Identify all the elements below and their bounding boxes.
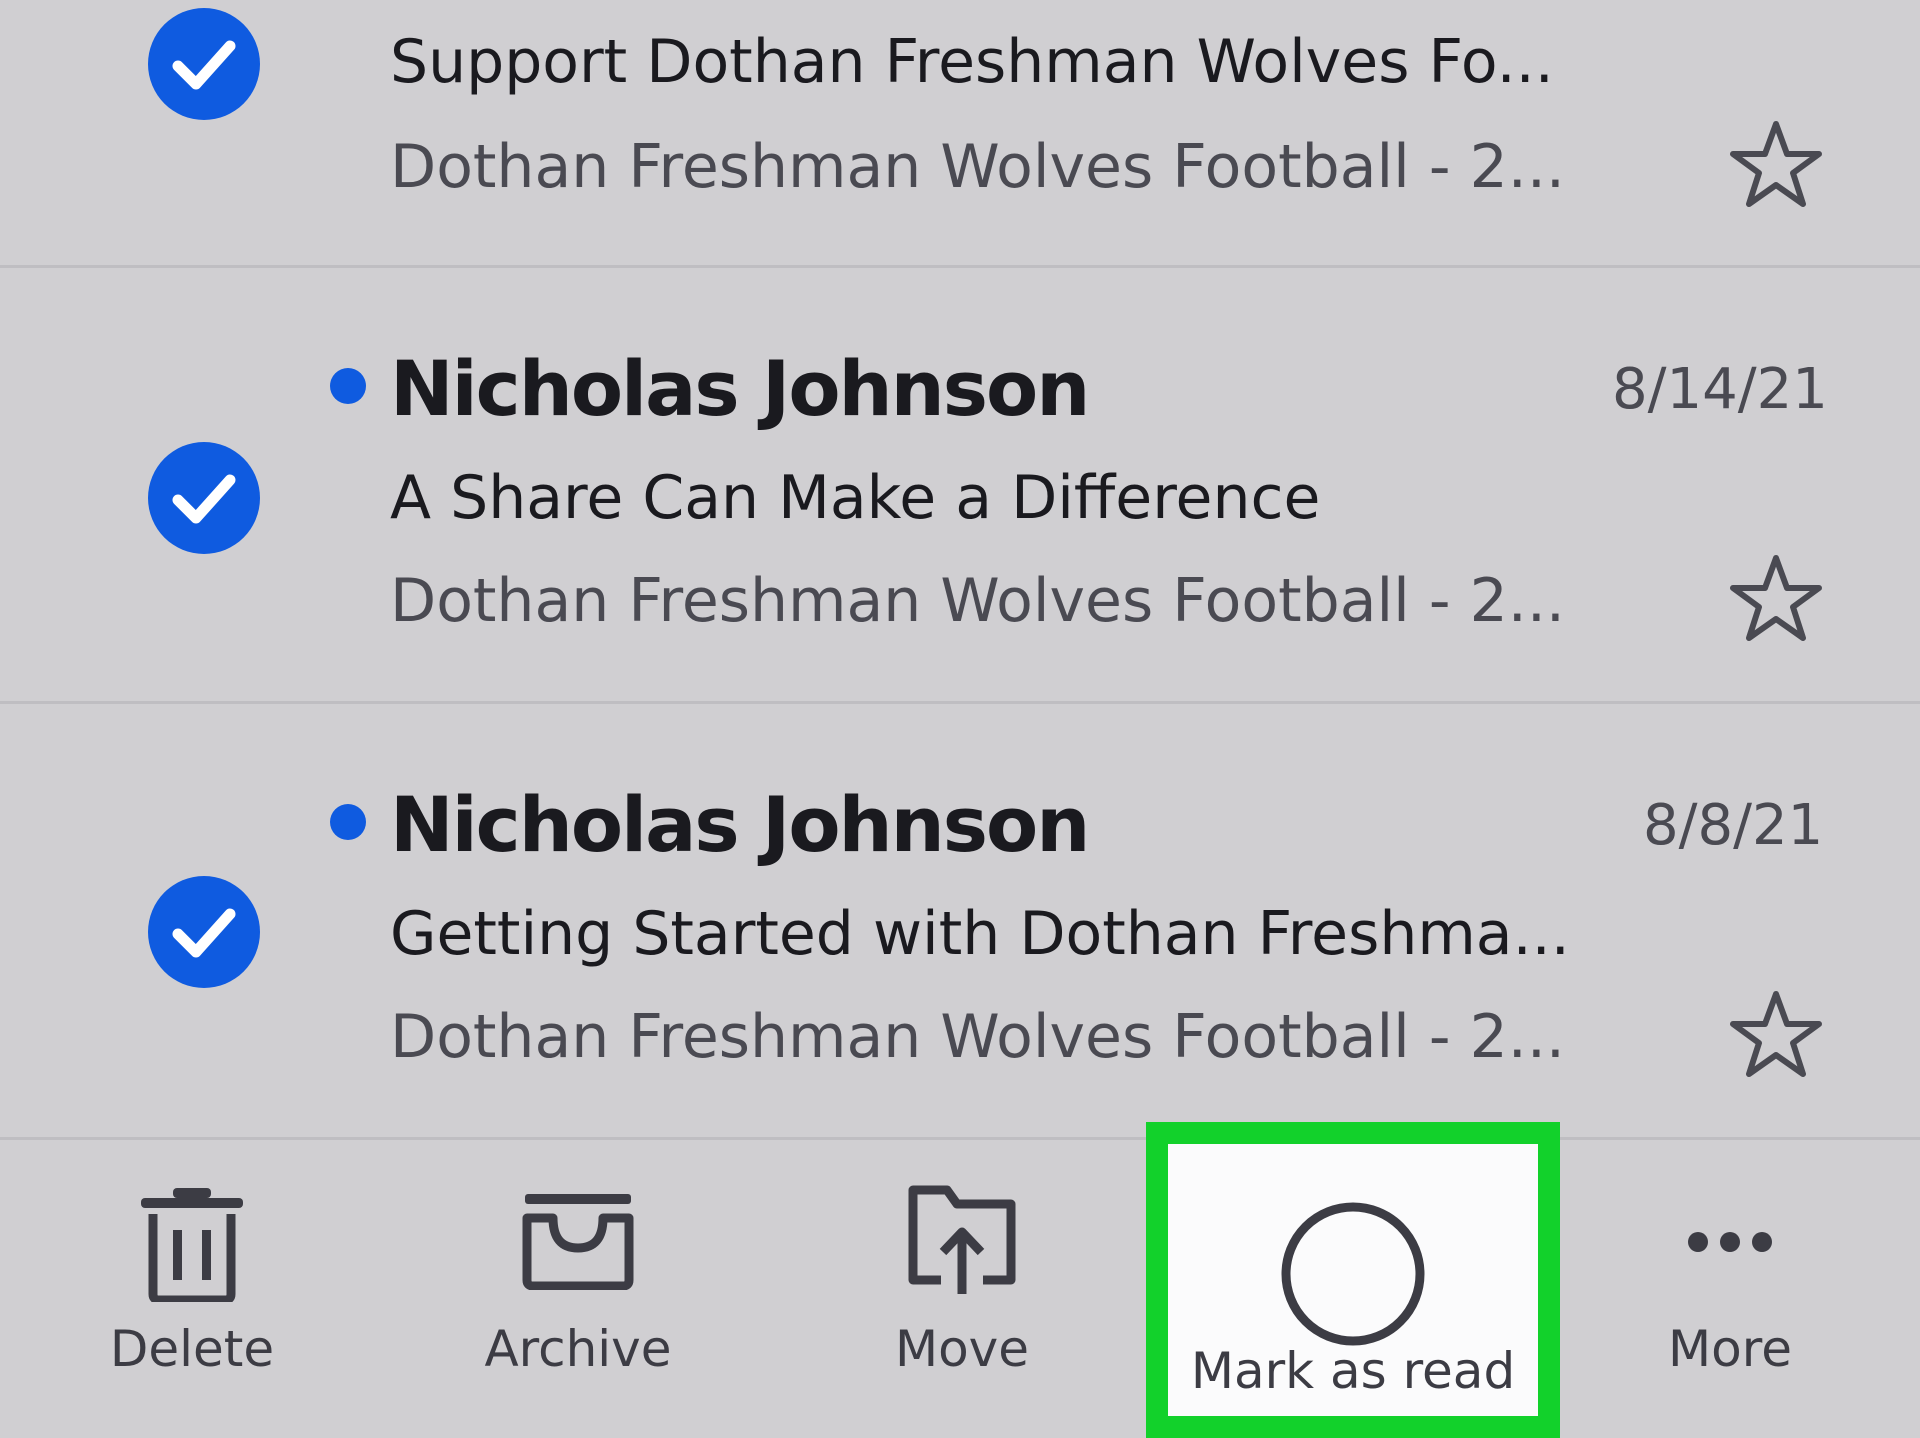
archive-label: Archive [484, 1320, 672, 1378]
delete-button[interactable]: Delete [50, 1140, 334, 1438]
star-icon[interactable] [1726, 116, 1826, 216]
message-subject: Getting Started with Dothan Freshma... [390, 899, 1570, 969]
trash-icon [141, 1188, 243, 1302]
selected-check-icon[interactable] [148, 876, 260, 988]
bulk-action-toolbar: Delete Archive Move More [0, 1140, 1920, 1438]
delete-label: Delete [109, 1320, 275, 1378]
message-date: 8/14/21 [1612, 357, 1828, 422]
circle-outline-icon [1281, 1202, 1425, 1346]
message-row[interactable]: Nicholas Johnson 8/8/21 Getting Started … [0, 704, 1920, 1137]
star-icon[interactable] [1726, 550, 1826, 650]
message-preview: Dothan Freshman Wolves Football - 2... [390, 132, 1565, 202]
message-sender: Nicholas Johnson [390, 780, 1090, 869]
message-row[interactable]: Support Dothan Freshman Wolves Fo... Dot… [0, 0, 1920, 265]
message-preview: Dothan Freshman Wolves Football - 2... [390, 566, 1565, 636]
mark-as-read-label: Mark as read [1190, 1342, 1516, 1400]
move-button[interactable]: Move [820, 1140, 1104, 1438]
move-label: Move [894, 1320, 1030, 1378]
archive-box-icon [522, 1194, 634, 1290]
message-subject: Support Dothan Freshman Wolves Fo... [390, 27, 1554, 97]
unread-dot-icon [330, 368, 366, 404]
star-icon[interactable] [1726, 986, 1826, 1086]
mark-as-read-button[interactable]: Mark as read [1146, 1122, 1560, 1438]
message-preview: Dothan Freshman Wolves Football - 2... [390, 1002, 1565, 1072]
more-label: More [1668, 1320, 1792, 1378]
message-sender: Nicholas Johnson [390, 344, 1090, 433]
message-row[interactable]: Nicholas Johnson 8/14/21 A Share Can Mak… [0, 268, 1920, 701]
selected-check-icon[interactable] [148, 442, 260, 554]
more-button[interactable]: More [1588, 1140, 1872, 1438]
message-subject: A Share Can Make a Difference [390, 463, 1321, 533]
more-dots-icon [1688, 1232, 1772, 1252]
selected-check-icon[interactable] [148, 8, 260, 120]
message-date: 8/8/21 [1643, 793, 1824, 858]
unread-dot-icon [330, 804, 366, 840]
archive-button[interactable]: Archive [436, 1140, 720, 1438]
folder-upload-icon [908, 1185, 1016, 1294]
